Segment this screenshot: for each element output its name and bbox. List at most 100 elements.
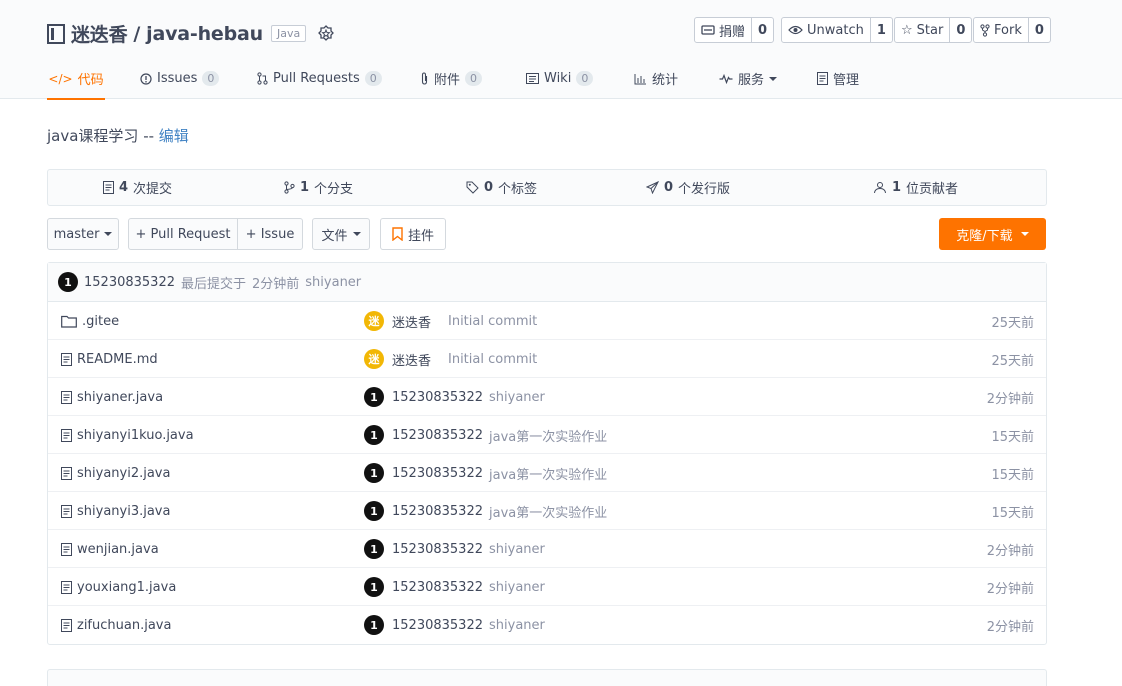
commit-author[interactable]: 1 15230835322	[364, 530, 483, 568]
stat-branches[interactable]: 1 个分支	[284, 170, 353, 205]
file-name-link[interactable]: .gitee	[61, 302, 119, 340]
commit-author[interactable]: 1 15230835322	[364, 454, 483, 492]
tab-code-label: 代码	[77, 73, 104, 88]
file-name-link[interactable]: youxiang1.java	[61, 568, 176, 606]
repo-owner[interactable]: 迷迭香	[71, 20, 128, 47]
last-commit-author[interactable]: 15230835322	[84, 275, 175, 290]
stat-commits-label: 次提交	[133, 182, 173, 197]
commit-message[interactable]: shiyaner	[489, 568, 545, 606]
tab-issues-label: Issues	[157, 71, 198, 86]
commit-message[interactable]: shiyaner	[489, 378, 545, 416]
commit-author[interactable]: 1 15230835322	[364, 606, 483, 644]
commit-message[interactable]: shiyaner	[489, 530, 545, 568]
code-icon: </>	[48, 71, 73, 86]
stat-contributors[interactable]: 1 位贡献者	[873, 170, 958, 205]
commit-message[interactable]: Initial commit	[448, 340, 537, 378]
recommend-badge-icon[interactable]	[316, 24, 336, 44]
commit-message[interactable]: java第一次实验作业	[489, 492, 607, 530]
language-badge[interactable]: Java	[270, 25, 307, 42]
tab-stats[interactable]: 统计	[634, 58, 678, 99]
commit-author-name: 15230835322	[392, 617, 483, 633]
stat-releases[interactable]: 0 个发行版	[646, 170, 730, 205]
clone-download-button[interactable]: 克隆/下载	[939, 218, 1046, 250]
commit-author[interactable]: 1 15230835322	[364, 416, 483, 454]
commit-message[interactable]: java第一次实验作业	[489, 454, 607, 492]
commit-message[interactable]: shiyaner	[489, 606, 545, 644]
unwatch-count[interactable]: 1	[869, 18, 892, 42]
eye-icon	[788, 25, 803, 35]
fork-count[interactable]: 0	[1027, 18, 1050, 42]
avatar: 1	[364, 425, 384, 445]
fork-button[interactable]: Fork 0	[973, 17, 1051, 43]
file-name-link[interactable]: shiyanyi3.java	[61, 492, 170, 530]
unwatch-button[interactable]: Unwatch 1	[781, 17, 893, 43]
file-name-link[interactable]: shiyaner.java	[61, 378, 163, 416]
commit-message[interactable]: Initial commit	[448, 302, 537, 340]
new-issue-button[interactable]: + Issue	[237, 218, 303, 250]
chevron-down-icon	[769, 76, 778, 81]
new-pull-request-button[interactable]: + Pull Request	[128, 218, 238, 250]
tab-pull-requests[interactable]: Pull Requests 0	[257, 58, 382, 99]
stat-tags-count: 0	[484, 180, 494, 195]
file-name-link[interactable]: shiyanyi2.java	[61, 454, 170, 492]
file-list: 1 15230835322 最后提交于 2分钟前 shiyaner .gitee…	[47, 262, 1047, 645]
avatar: 迷	[364, 311, 384, 331]
folder-icon	[61, 315, 77, 328]
stat-tags[interactable]: 0 个标签	[466, 170, 537, 205]
tab-attachments[interactable]: 附件 0	[420, 58, 483, 99]
file-menu-label: 文件	[321, 228, 348, 244]
widget-label: 挂件	[407, 228, 434, 244]
repo-name[interactable]: java-hebau	[146, 23, 263, 45]
file-name-link[interactable]: zifuchuan.java	[61, 606, 171, 644]
commit-author[interactable]: 1 15230835322	[364, 378, 483, 416]
file-name: shiyanyi2.java	[77, 465, 171, 481]
commit-author[interactable]: 1 15230835322	[364, 568, 483, 606]
edit-description-link[interactable]: 编辑	[159, 127, 189, 145]
stat-commits[interactable]: 4 次提交	[103, 170, 172, 205]
file-row: wenjian.java 1 15230835322 shiyaner 2分钟前	[48, 530, 1046, 568]
avatar[interactable]: 1	[58, 272, 78, 292]
commit-time: 2分钟前	[986, 391, 1034, 407]
donate-button[interactable]: 捐赠 0	[694, 17, 775, 43]
star-button[interactable]: ☆ Star 0	[894, 17, 973, 43]
stat-branches-label: 个分支	[314, 182, 354, 197]
commit-author[interactable]: 迷迷迭香	[364, 302, 431, 340]
chevron-down-icon	[352, 232, 361, 236]
commit-message[interactable]: java第一次实验作业	[489, 416, 607, 454]
widget-button[interactable]: 挂件	[380, 218, 446, 250]
file-name-link[interactable]: shiyanyi1kuo.java	[61, 416, 194, 454]
contributor-icon	[874, 182, 886, 194]
tab-wiki[interactable]: Wiki 0	[526, 58, 594, 99]
file-name-link[interactable]: wenjian.java	[61, 530, 159, 568]
file-icon	[61, 504, 72, 518]
description-text: java课程学习 --	[47, 127, 159, 145]
last-commit-bar: 1 15230835322 最后提交于 2分钟前 shiyaner	[48, 263, 1046, 302]
branch-select[interactable]: master	[47, 218, 119, 250]
tab-service[interactable]: 服务	[719, 58, 778, 99]
avatar: 1	[364, 387, 384, 407]
commit-time: 15天前	[991, 429, 1034, 445]
commit-time: 25天前	[991, 353, 1034, 369]
file-row: zifuchuan.java 1 15230835322 shiyaner 2分钟前	[48, 606, 1046, 644]
file-name: shiyanyi1kuo.java	[77, 427, 194, 443]
file-name-link[interactable]: README.md	[61, 340, 158, 378]
readme-panel	[47, 669, 1047, 686]
tab-wiki-count: 0	[576, 71, 594, 86]
star-count[interactable]: 0	[949, 18, 971, 42]
commit-author[interactable]: 迷迷迭香	[364, 340, 431, 378]
avatar: 1	[364, 577, 384, 597]
tab-code[interactable]: </> 代码	[47, 58, 105, 100]
last-commit-message[interactable]: shiyaner	[305, 275, 361, 290]
repo-description: java课程学习 -- 编辑	[47, 125, 189, 146]
commit-author[interactable]: 1 15230835322	[364, 492, 483, 530]
tab-issues[interactable]: Issues 0	[140, 58, 220, 99]
issue-icon	[140, 72, 152, 85]
file-name: .gitee	[82, 313, 120, 329]
file-name: shiyanyi3.java	[77, 503, 171, 519]
unwatch-label: Unwatch	[807, 22, 864, 38]
file-menu-button[interactable]: 文件	[312, 218, 370, 250]
tab-manage[interactable]: 管理	[817, 58, 859, 99]
file-name: README.md	[77, 351, 158, 367]
stat-releases-count: 0	[664, 180, 674, 195]
donate-count[interactable]: 0	[751, 18, 773, 42]
